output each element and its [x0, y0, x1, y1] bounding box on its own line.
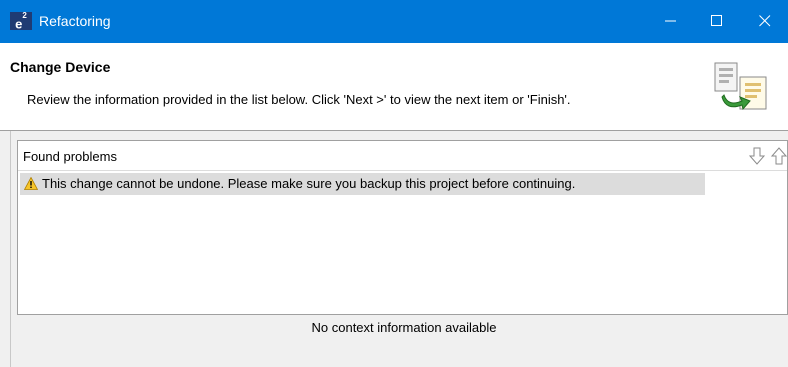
title-bar: e2 Refactoring	[0, 0, 788, 43]
problem-message: This change cannot be undone. Please mak…	[42, 176, 576, 191]
window-title: Refactoring	[39, 13, 111, 29]
app-icon-superscript: 2	[22, 11, 27, 20]
minimize-icon	[665, 20, 676, 22]
maximize-button[interactable]	[694, 0, 740, 43]
wizard-header: Change Device Review the information pro…	[0, 43, 788, 131]
found-problems-panel: Found problems This change cannot be und…	[17, 140, 788, 315]
problems-header: Found problems	[18, 141, 788, 171]
page-title: Change Device	[10, 59, 111, 75]
page-description: Review the information provided in the l…	[27, 92, 571, 107]
close-button[interactable]	[742, 0, 788, 43]
warning-icon	[24, 177, 38, 190]
minimize-button[interactable]	[648, 0, 694, 43]
problem-row[interactable]: This change cannot be undone. Please mak…	[20, 173, 705, 195]
maximize-icon	[711, 15, 722, 26]
app-icon: e2	[10, 11, 32, 31]
arrow-up-icon	[770, 147, 788, 165]
context-info: No context information available	[311, 320, 497, 335]
next-problem-button[interactable]	[748, 146, 766, 166]
close-icon	[759, 15, 771, 27]
arrow-down-icon	[748, 147, 766, 165]
refactor-wizard-icon	[714, 62, 767, 111]
problems-title: Found problems	[23, 149, 117, 164]
previous-problem-button[interactable]	[770, 146, 788, 166]
